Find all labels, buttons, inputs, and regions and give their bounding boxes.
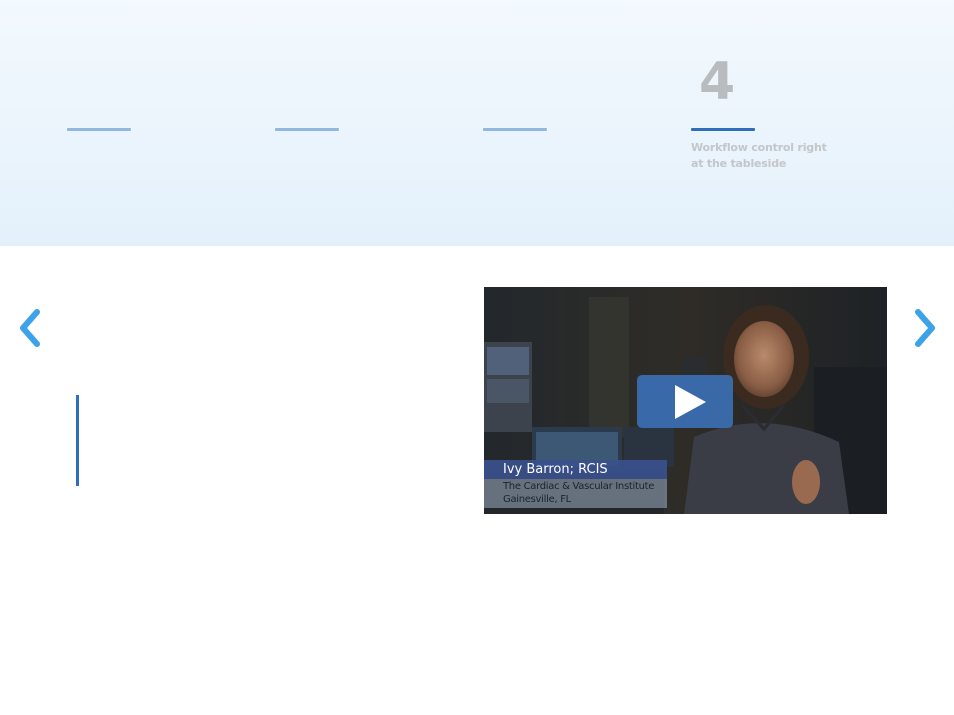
step-indicator-bar-active	[691, 128, 755, 131]
step-header: 4 Workflow control right at the tablesid…	[0, 0, 954, 246]
speaker-location: Gainesville, FL	[503, 494, 571, 505]
page: 4 Workflow control right at the tablesid…	[0, 0, 954, 715]
speaker-name: Ivy Barron; RCIS	[503, 462, 608, 477]
carousel-next-button[interactable]	[910, 308, 940, 348]
quote-accent-bar	[76, 395, 79, 486]
step-2[interactable]	[275, 50, 425, 180]
step-number: 4	[699, 52, 736, 112]
step-caption: Workflow control right at the tableside	[691, 141, 827, 170]
step-1[interactable]	[67, 50, 217, 180]
play-button[interactable]	[637, 375, 733, 428]
speaker-organization: The Cardiac & Vascular Institute	[503, 481, 655, 492]
step-indicator-bar	[275, 128, 339, 131]
carousel-prev-button[interactable]	[15, 308, 45, 348]
step-indicator-bar	[483, 128, 547, 131]
play-icon	[675, 385, 706, 419]
chevron-right-icon	[915, 309, 935, 347]
chevron-left-icon	[20, 309, 40, 347]
step-3[interactable]	[483, 50, 633, 180]
step-indicator-bar	[67, 128, 131, 131]
step-4[interactable]: 4 Workflow control right at the tablesid…	[691, 50, 841, 180]
video-player[interactable]: Ivy Barron; RCIS The Cardiac & Vascular …	[484, 287, 887, 514]
video-lower-third: Ivy Barron; RCIS The Cardiac & Vascular …	[484, 460, 667, 508]
